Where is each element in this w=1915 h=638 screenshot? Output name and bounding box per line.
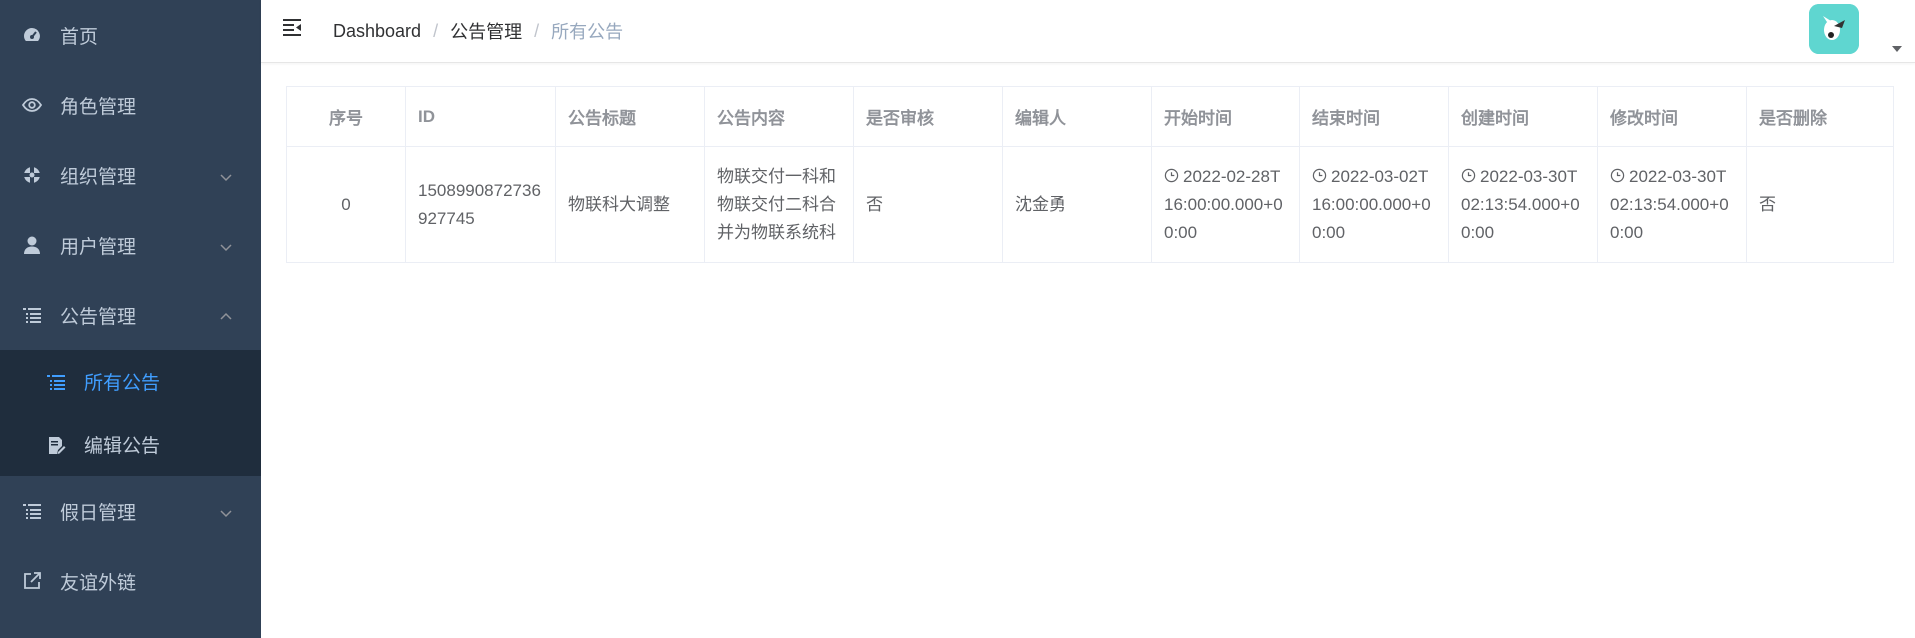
sidebar-item-label: 组织管理 bbox=[60, 166, 137, 188]
column-header-index: 序号 bbox=[286, 86, 406, 147]
cell-content: 物联交付一科和物联交付二科合并为物联系统科 bbox=[704, 146, 854, 263]
table-row[interactable]: 0 1508990872736927745 物联科大调整 物联交付一科和物联交付… bbox=[286, 146, 1894, 263]
sidebar-item-label: 用户管理 bbox=[60, 236, 137, 258]
column-header-end-time: 结束时间 bbox=[1299, 86, 1449, 147]
column-header-audited: 是否审核 bbox=[853, 86, 1003, 147]
breadcrumb-item-dashboard[interactable]: Dashboard bbox=[333, 21, 421, 42]
caret-down-icon[interactable] bbox=[1891, 40, 1903, 52]
external-link-icon bbox=[22, 571, 42, 591]
submenu-item-label: 所有公告 bbox=[84, 373, 161, 394]
cell-audited: 否 bbox=[853, 146, 1003, 263]
sidebar-item-label: 首页 bbox=[60, 26, 99, 48]
hamburger-icon[interactable] bbox=[281, 16, 305, 40]
breadcrumb-item-current: 所有公告 bbox=[551, 22, 624, 42]
cell-id: 1508990872736927745 bbox=[405, 146, 556, 263]
chevron-down-icon bbox=[219, 504, 233, 518]
cell-start-time: 2022-02-28T16:00:00.000+00:00 bbox=[1151, 146, 1300, 263]
cell-editor: 沈金勇 bbox=[1002, 146, 1152, 263]
modified-time-value: 2022-03-30T02:13:54.000+00:00 bbox=[1610, 166, 1729, 242]
breadcrumb-separator: / bbox=[534, 20, 540, 41]
clock-icon bbox=[1461, 168, 1476, 182]
sidebar-item-org[interactable]: 组织管理 bbox=[0, 140, 261, 210]
clock-icon bbox=[1164, 168, 1179, 182]
list-icon bbox=[46, 372, 66, 392]
cell-title: 物联科大调整 bbox=[555, 146, 705, 263]
chevron-down-icon bbox=[219, 168, 233, 182]
sidebar-item-roles[interactable]: 角色管理 bbox=[0, 70, 261, 140]
notices-table: 序号 ID 公告标题 公告内容 是否审核 编辑人 开始时间 结束时间 创建时间 … bbox=[286, 86, 1894, 263]
sidebar-item-label: 角色管理 bbox=[60, 96, 137, 118]
submenu-item-label: 编辑公告 bbox=[84, 436, 161, 457]
component-icon bbox=[22, 165, 42, 185]
column-header-modified-time: 修改时间 bbox=[1597, 86, 1747, 147]
column-header-deleted: 是否删除 bbox=[1746, 86, 1894, 147]
cell-modified-time: 2022-03-30T02:13:54.000+00:00 bbox=[1597, 146, 1747, 263]
column-header-editor: 编辑人 bbox=[1002, 86, 1152, 147]
list-icon bbox=[22, 305, 42, 325]
sidebar-item-label: 友谊外链 bbox=[60, 572, 137, 594]
sidebar-item-label: 假日管理 bbox=[60, 502, 137, 524]
navbar: Dashboard / 公告管理 / 所有公告 bbox=[261, 0, 1915, 63]
clock-icon bbox=[1312, 168, 1327, 182]
column-header-created-time: 创建时间 bbox=[1448, 86, 1598, 147]
column-header-start-time: 开始时间 bbox=[1151, 86, 1300, 147]
submenu-item-all-notices[interactable]: 所有公告 bbox=[0, 350, 261, 413]
sidebar-item-home[interactable]: 首页 bbox=[0, 0, 261, 70]
edit-icon bbox=[46, 435, 66, 455]
clock-icon bbox=[1610, 168, 1625, 182]
cell-deleted: 否 bbox=[1746, 146, 1894, 263]
column-header-id: ID bbox=[405, 86, 556, 147]
cell-end-time: 2022-03-02T16:00:00.000+00:00 bbox=[1299, 146, 1449, 263]
dashboard-icon bbox=[22, 25, 42, 45]
end-time-value: 2022-03-02T16:00:00.000+00:00 bbox=[1312, 166, 1431, 242]
sidebar-item-users[interactable]: 用户管理 bbox=[0, 210, 261, 280]
chevron-up-icon bbox=[219, 308, 233, 322]
created-time-value: 2022-03-30T02:13:54.000+00:00 bbox=[1461, 166, 1580, 242]
breadcrumb-item-notices[interactable]: 公告管理 bbox=[450, 18, 522, 44]
list-icon bbox=[22, 501, 42, 521]
column-header-content: 公告内容 bbox=[704, 86, 854, 147]
cell-index: 0 bbox=[286, 146, 406, 263]
breadcrumb-separator: / bbox=[433, 20, 439, 41]
sidebar-item-label: 公告管理 bbox=[60, 306, 137, 328]
breadcrumb: Dashboard / 公告管理 / 所有公告 bbox=[333, 18, 623, 44]
chevron-down-icon bbox=[219, 238, 233, 252]
start-time-value: 2022-02-28T16:00:00.000+00:00 bbox=[1164, 166, 1283, 242]
notices-submenu: 所有公告 编辑公告 bbox=[0, 350, 261, 476]
sidebar-item-holidays[interactable]: 假日管理 bbox=[0, 476, 261, 546]
user-icon bbox=[22, 235, 42, 255]
avatar[interactable] bbox=[1809, 4, 1859, 54]
sidebar-item-links[interactable]: 友谊外链 bbox=[0, 546, 261, 616]
submenu-item-edit-notice[interactable]: 编辑公告 bbox=[0, 413, 261, 476]
sidebar-item-notices[interactable]: 公告管理 bbox=[0, 280, 261, 350]
column-header-title: 公告标题 bbox=[555, 86, 705, 147]
table-header-row: 序号 ID 公告标题 公告内容 是否审核 编辑人 开始时间 结束时间 创建时间 … bbox=[286, 86, 1894, 147]
eye-icon bbox=[22, 95, 42, 115]
sidebar: 首页 角色管理 组织管理 用户管理 公告管理 所有公告 编辑公告 假日管理 友谊… bbox=[0, 0, 261, 638]
cell-created-time: 2022-03-30T02:13:54.000+00:00 bbox=[1448, 146, 1598, 263]
